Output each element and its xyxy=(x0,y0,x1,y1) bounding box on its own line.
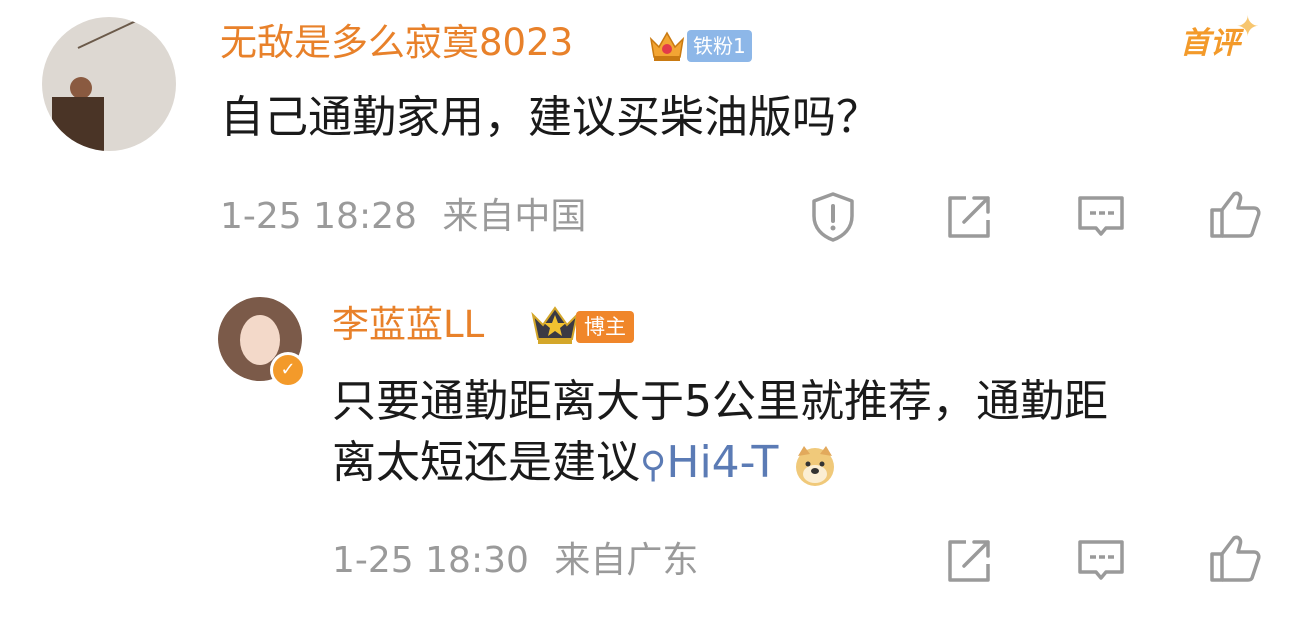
username[interactable]: 无敌是多么寂寞8023 xyxy=(220,18,573,68)
crown-level-icon xyxy=(530,303,580,345)
comment-text: 自己通勤家用，建议买柴油版吗？ xyxy=(220,92,880,143)
like-icon[interactable] xyxy=(1208,188,1262,242)
timestamp: 1-25 18:30 xyxy=(332,540,529,581)
reply-text-line2: 离太短还是建议⚲Hi4-T xyxy=(332,433,838,496)
reply-text-line1: 只要通勤距离大于5公里就推荐，通勤距 xyxy=(332,376,1108,427)
search-icon: ⚲ xyxy=(640,445,667,486)
blogger-badge: 博主 xyxy=(576,311,634,343)
comment-icon[interactable] xyxy=(1074,190,1128,244)
share-icon[interactable] xyxy=(942,190,996,244)
comment-icon[interactable] xyxy=(1074,534,1128,588)
doge-emoji-icon xyxy=(792,442,838,488)
crown-badge-icon xyxy=(647,25,687,63)
report-icon[interactable] xyxy=(806,190,860,244)
like-icon[interactable] xyxy=(1208,532,1262,586)
timestamp: 1-25 18:28 xyxy=(220,196,417,237)
verified-icon: ✓ xyxy=(270,352,306,388)
comment-meta: 1-25 18:28 来自中国 xyxy=(220,192,586,242)
avatar[interactable] xyxy=(42,17,176,151)
share-icon[interactable] xyxy=(942,534,996,588)
location: 来自中国 xyxy=(442,196,587,237)
fan-badge: 铁粉1 xyxy=(687,30,752,62)
location: 来自广东 xyxy=(554,540,699,581)
reply-username[interactable]: 李蓝蓝LL xyxy=(332,300,484,350)
star-icon: ✦ xyxy=(1236,10,1260,43)
reply-meta: 1-25 18:30 来自广东 xyxy=(332,536,698,586)
reply-text-prefix: 离太短还是建议 xyxy=(332,437,640,488)
search-link[interactable]: ⚲Hi4-T xyxy=(640,437,778,488)
first-comment-badge: 首评 xyxy=(1180,26,1240,61)
